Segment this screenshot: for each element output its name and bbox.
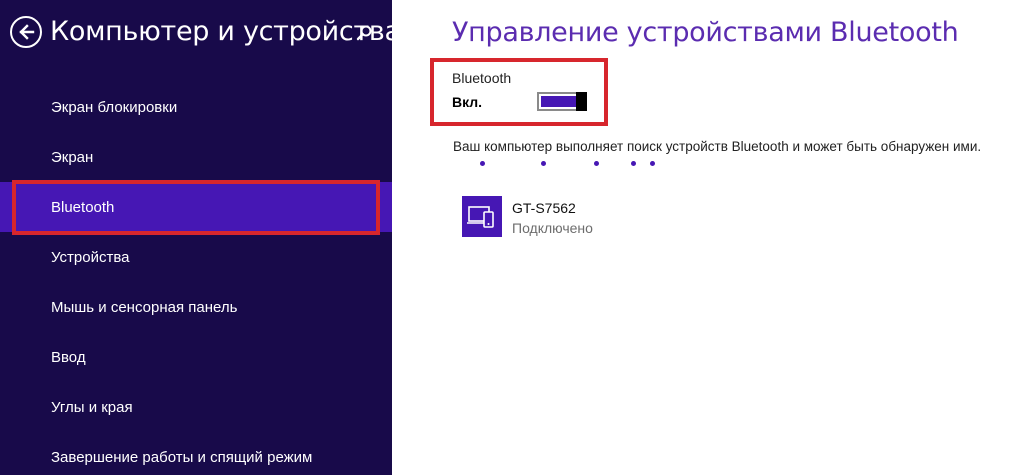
device-list-item[interactable]: GT-S7562 Подключено: [462, 196, 682, 238]
sidebar-item-devices[interactable]: Устройства: [0, 232, 392, 282]
progress-dot: [631, 161, 636, 166]
sidebar-item-bluetooth[interactable]: Bluetooth: [0, 182, 392, 232]
progress-dot: [650, 161, 655, 166]
device-name: GT-S7562: [512, 200, 576, 216]
search-status-message: Ваш компьютер выполняет поиск устройств …: [453, 139, 982, 154]
phone-laptop-icon: [462, 196, 502, 237]
progress-dot: [594, 161, 599, 166]
sidebar-item-display[interactable]: Экран: [0, 132, 392, 182]
sidebar-title: Компьютер и устройства: [50, 16, 401, 47]
sidebar-item-label: Bluetooth: [51, 198, 115, 216]
sidebar-item-label: Ввод: [51, 348, 86, 366]
search-icon[interactable]: [355, 24, 373, 42]
sidebar-item-label: Завершение работы и спящий режим: [51, 448, 313, 466]
sidebar-item-label: Экран блокировки: [51, 98, 178, 116]
sidebar-item-mouse-touchpad[interactable]: Мышь и сенсорная панель: [0, 282, 392, 332]
sidebar-nav: Экран блокировки Экран Bluetooth Устройс…: [0, 82, 392, 475]
searching-progress-dots: [480, 161, 660, 169]
sidebar-item-power-sleep[interactable]: Завершение работы и спящий режим: [0, 432, 392, 475]
sidebar: Компьютер и устройства Экран блокировки …: [0, 0, 401, 475]
bluetooth-toggle-label: Bluetooth: [452, 70, 512, 86]
sidebar-item-label: Устройства: [51, 248, 130, 266]
sidebar-item-label: Мышь и сенсорная панель: [51, 298, 238, 316]
bluetooth-toggle-switch[interactable]: [537, 92, 587, 111]
bluetooth-toggle-state: Вкл.: [452, 94, 483, 110]
sidebar-item-typing[interactable]: Ввод: [0, 332, 392, 382]
main-content: Управление устройствами Bluetooth Blueto…: [392, 0, 1013, 475]
sidebar-item-lock-screen[interactable]: Экран блокировки: [0, 82, 392, 132]
page-title: Управление устройствами Bluetooth: [452, 17, 959, 48]
sidebar-item-label: Экран: [51, 148, 94, 166]
back-arrow-icon: [19, 24, 35, 40]
sidebar-item-corners-edges[interactable]: Углы и края: [0, 382, 392, 432]
toggle-thumb[interactable]: [576, 92, 587, 111]
progress-dot: [480, 161, 485, 166]
device-status: Подключено: [512, 220, 593, 236]
back-button[interactable]: [10, 16, 42, 48]
toggle-fill: [541, 96, 578, 107]
sidebar-item-label: Углы и края: [51, 398, 133, 416]
progress-dot: [541, 161, 546, 166]
